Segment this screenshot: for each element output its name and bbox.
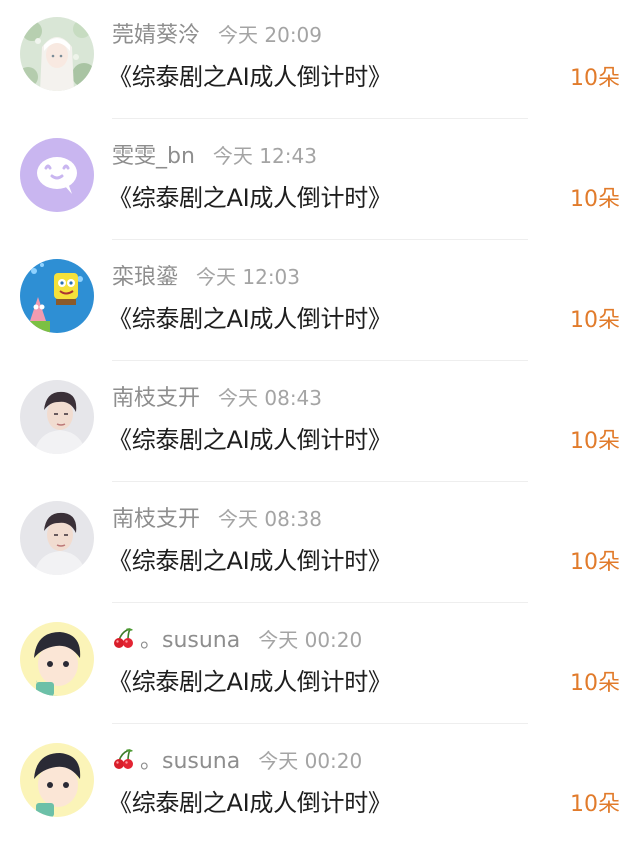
divider (112, 118, 528, 119)
purple-chat-bubble-avatar (20, 138, 94, 212)
timestamp: 今天 08:38 (218, 506, 323, 531)
cartoon-boy-avatar (20, 622, 94, 696)
gift-record-list: 莞婧葵泠 今天 20:09 《综泰剧之AI成人倒计时》 10朵 雯雯_bn 今天… (0, 0, 640, 831)
gift-count: 10朵 (570, 671, 620, 696)
book-title[interactable]: 《综泰剧之AI成人倒计时》 (108, 178, 392, 213)
cherry-icon (114, 749, 133, 769)
anime-girl-floral-avatar (20, 17, 94, 91)
divider (112, 239, 528, 240)
book-title[interactable]: 《综泰剧之AI成人倒计时》 (108, 57, 392, 92)
list-item[interactable]: 。susuna 今天 00:20 《综泰剧之AI成人倒计时》 10朵 (0, 605, 640, 726)
timestamp: 今天 00:20 (258, 748, 363, 773)
cartoon-boy-avatar (20, 743, 94, 817)
list-item[interactable]: 。susuna 今天 00:20 《综泰剧之AI成人倒计时》 10朵 (0, 726, 640, 847)
divider (112, 602, 528, 603)
list-item[interactable]: 栾琅鎏 今天 12:03 《综泰剧之AI成人倒计时》 10朵 (0, 242, 640, 363)
gift-count: 10朵 (570, 187, 620, 212)
user-name[interactable]: 栾琅鎏 (112, 259, 178, 291)
divider (112, 360, 528, 361)
list-item[interactable]: 莞婧葵泠 今天 20:09 《综泰剧之AI成人倒计时》 10朵 (0, 0, 640, 121)
gift-count: 10朵 (570, 308, 620, 333)
record-meta: 。susuna 今天 00:20 (112, 623, 362, 653)
gift-count: 10朵 (570, 550, 620, 575)
avatar[interactable] (20, 138, 94, 212)
list-item[interactable]: 南枝支开 今天 08:43 《综泰剧之AI成人倒计时》 10朵 (0, 363, 640, 484)
user-name[interactable]: 南枝支开 (112, 501, 200, 533)
divider (112, 723, 528, 724)
avatar[interactable] (20, 17, 94, 91)
timestamp: 今天 08:43 (218, 385, 323, 410)
user-name[interactable]: 莞婧葵泠 (112, 17, 200, 49)
book-title[interactable]: 《综泰剧之AI成人倒计时》 (108, 299, 392, 334)
timestamp: 今天 00:20 (258, 627, 363, 652)
divider (112, 481, 528, 482)
user-name[interactable]: 。susuna (140, 622, 240, 654)
record-meta: 南枝支开 今天 08:43 (112, 380, 323, 412)
list-item[interactable]: 雯雯_bn 今天 12:43 《综泰剧之AI成人倒计时》 10朵 (0, 121, 640, 242)
timestamp: 今天 12:03 (196, 264, 301, 289)
record-meta: 南枝支开 今天 08:38 (112, 501, 323, 533)
avatar[interactable] (20, 743, 94, 817)
record-meta: 栾琅鎏 今天 12:03 (112, 259, 301, 291)
list-item[interactable]: 南枝支开 今天 08:38 《综泰剧之AI成人倒计时》 10朵 (0, 484, 640, 605)
record-meta: 莞婧葵泠 今天 20:09 (112, 17, 323, 49)
book-title[interactable]: 《综泰剧之AI成人倒计时》 (108, 541, 392, 576)
avatar[interactable] (20, 259, 94, 333)
gift-count: 10朵 (570, 792, 620, 817)
man-portrait-avatar (20, 380, 94, 454)
user-name[interactable]: 雯雯_bn (112, 138, 195, 170)
record-meta: 。susuna 今天 00:20 (112, 744, 362, 774)
timestamp: 今天 12:43 (212, 143, 317, 168)
user-name[interactable]: 南枝支开 (112, 380, 200, 412)
timestamp: 今天 20:09 (218, 22, 323, 47)
man-portrait-avatar (20, 501, 94, 575)
record-meta: 雯雯_bn 今天 12:43 (112, 138, 317, 170)
cherry-icon (114, 628, 133, 648)
gift-count: 10朵 (570, 66, 620, 91)
book-title[interactable]: 《综泰剧之AI成人倒计时》 (108, 420, 392, 455)
avatar[interactable] (20, 501, 94, 575)
avatar[interactable] (20, 622, 94, 696)
spongebob-patrick-avatar (20, 259, 94, 333)
book-title[interactable]: 《综泰剧之AI成人倒计时》 (108, 662, 392, 697)
book-title[interactable]: 《综泰剧之AI成人倒计时》 (108, 783, 392, 818)
user-name[interactable]: 。susuna (140, 743, 240, 775)
avatar[interactable] (20, 380, 94, 454)
gift-count: 10朵 (570, 429, 620, 454)
